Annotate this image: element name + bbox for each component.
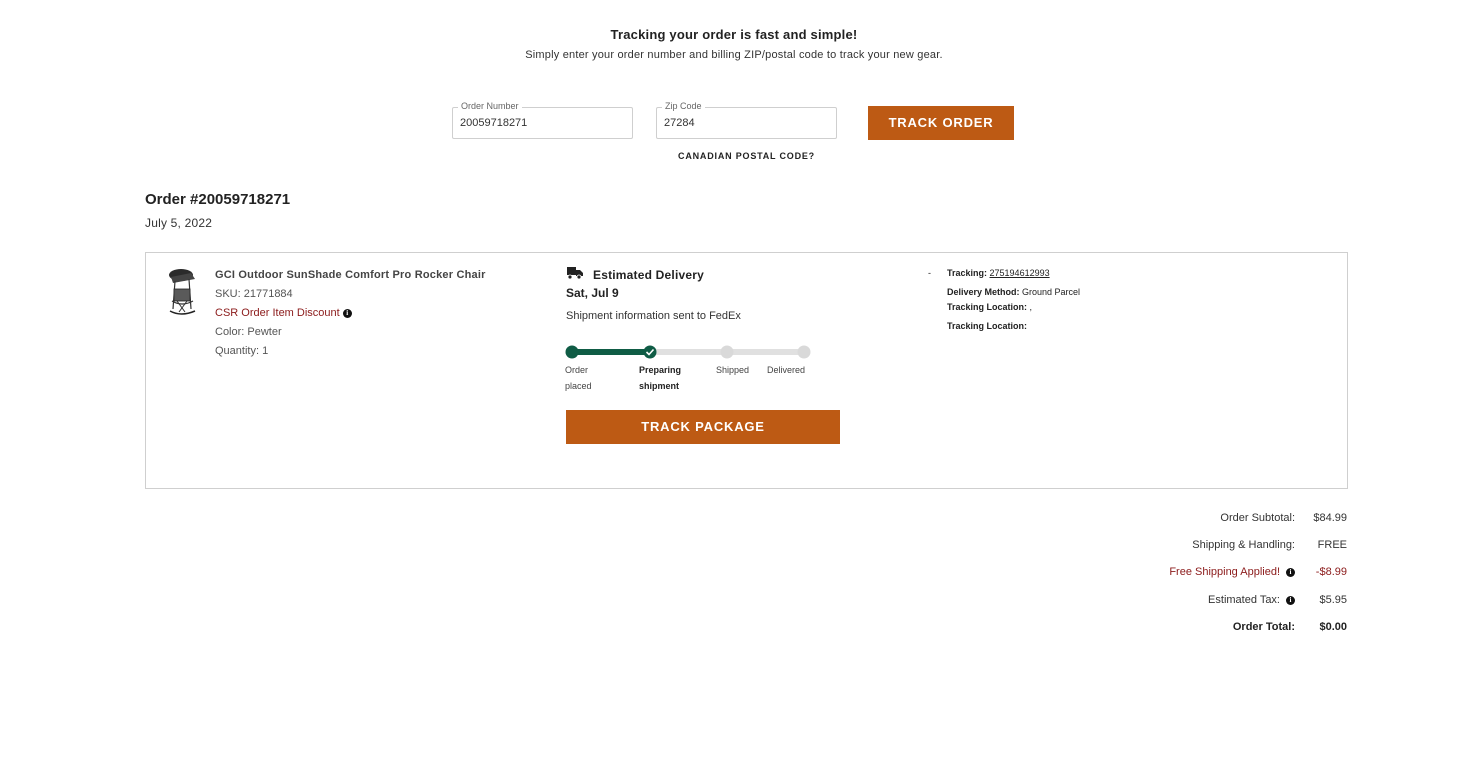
step-label-order-placed: Order placed [565,365,592,391]
chair-image[interactable] [165,265,201,317]
product-sku: SKU: 21771884 [215,288,293,300]
shipping-value: FREE [1317,539,1347,551]
step-label-preparing: Preparing shipment [639,365,682,391]
shipment-progress [564,342,814,362]
discount-line: CSR Order Item Discount i [215,307,352,319]
estimated-tax-label-row: Estimated Tax: i [1208,594,1295,606]
tracking-location-value: , [1029,302,1033,312]
free-shipping-value: -$8.99 [1315,566,1347,578]
product-quantity: Quantity: 1 [215,345,269,357]
zip-code-label: Zip Code [662,101,705,111]
tracking-location-label-2: Tracking Location: [947,321,1028,331]
order-number-input[interactable] [460,117,610,129]
tracking-location-row-2: Tracking Location: [947,321,1027,331]
canadian-postal-code-link[interactable]: CANADIAN POSTAL CODE? [656,151,837,161]
step-dot-order-placed [565,345,579,359]
order-subtotal-value: $84.99 [1313,512,1347,524]
tracking-dash: - [928,268,931,278]
tracking-number-row: Tracking: 275194612993 [947,268,1050,278]
tracking-location-row: Tracking Location: , [947,302,1032,312]
estimated-tax-value: $5.95 [1319,594,1347,606]
info-icon[interactable]: i [342,309,352,318]
free-shipping-label-row: Free Shipping Applied! i [1169,566,1295,578]
order-subtotal-label: Order Subtotal: [1220,512,1295,524]
estimated-delivery-date: Sat, Jul 9 [566,286,619,300]
delivery-method-row: Delivery Method: Ground Parcel [947,287,1080,297]
step-dot-preparing [643,345,657,359]
delivery-method-label: Delivery Method: [947,287,1020,297]
page-subtitle: Simply enter your order number and billi… [525,49,943,61]
delivery-method-value: Ground Parcel [1022,287,1081,297]
track-order-button[interactable]: TRACK ORDER [868,106,1014,140]
shipment-status-text: Shipment information sent to FedEx [566,310,741,322]
order-date: July 5, 2022 [145,216,213,230]
order-number-field[interactable]: Order Number [452,101,633,139]
estimated-delivery-heading: Estimated Delivery [593,268,704,282]
tracking-label: Tracking: [947,268,988,278]
tracking-location-label: Tracking Location: [947,302,1028,312]
order-total-value: $0.00 [1319,621,1347,633]
zip-code-field[interactable]: Zip Code [656,101,837,139]
step-label-delivered: Delivered [767,365,806,375]
order-number-heading: Order #20059718271 [145,191,291,208]
step-dot-shipped [720,345,734,359]
free-shipping-label: Free Shipping Applied! [1169,566,1280,578]
info-icon[interactable]: i [1286,596,1295,605]
estimated-tax-label: Estimated Tax: [1208,594,1280,606]
tracking-number-link[interactable]: 275194612993 [990,268,1050,278]
info-icon[interactable]: i [1286,568,1295,577]
shipping-label: Shipping & Handling: [1192,539,1295,551]
discount-label: CSR Order Item Discount [215,307,340,319]
page-title: Tracking your order is fast and simple! [610,27,858,42]
product-color: Color: Pewter [215,326,282,338]
step-label-shipped: Shipped [716,365,750,375]
step-dot-delivered [797,345,811,359]
order-number-label: Order Number [458,101,522,111]
product-name[interactable]: GCI Outdoor SunShade Comfort Pro Rocker … [215,269,486,281]
track-package-button[interactable]: TRACK PACKAGE [566,410,840,444]
delivery-truck-icon [566,266,584,280]
order-total-label: Order Total: [1232,621,1295,633]
zip-code-input[interactable] [664,117,814,129]
